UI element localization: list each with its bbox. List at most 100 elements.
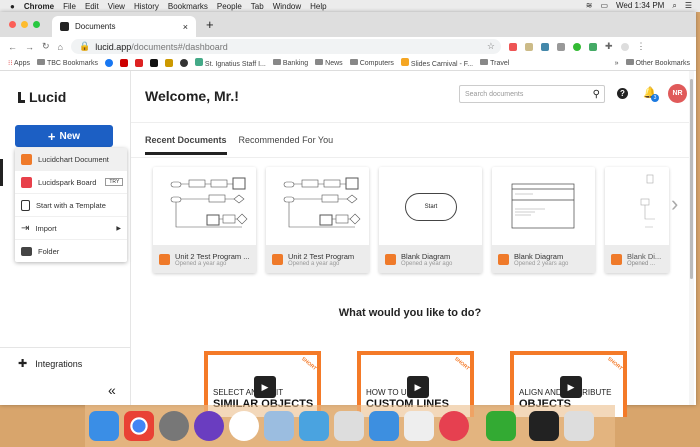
- spotlight-icon[interactable]: ⌕: [672, 1, 676, 11]
- menu-item-import[interactable]: ⇥ Import ▶: [15, 217, 127, 240]
- document-opened: Opened a year ago: [401, 260, 453, 267]
- extension-icon[interactable]: [540, 42, 549, 51]
- bookmark-icon[interactable]: [164, 59, 173, 67]
- extension-icon[interactable]: [524, 42, 533, 51]
- integrations-link[interactable]: ✚ Integrations: [18, 357, 82, 370]
- notification-badge: 3: [651, 94, 659, 102]
- home-icon[interactable]: ⌂: [58, 42, 63, 52]
- tab-recommended[interactable]: Recommended For You: [239, 135, 334, 155]
- play-icon[interactable]: ▶: [560, 376, 582, 398]
- bookmark-tbc[interactable]: TBC Bookmarks: [36, 59, 98, 67]
- menu-window[interactable]: Window: [273, 2, 301, 11]
- bookmark-apps[interactable]: ⁝⁝ Apps: [8, 59, 30, 67]
- battery-icon[interactable]: ▭: [600, 1, 608, 11]
- url-input[interactable]: 🔒 lucid.app/documents#/dashboard ☆: [70, 39, 501, 54]
- menu-app[interactable]: Chrome: [24, 2, 54, 11]
- menu-file[interactable]: File: [63, 2, 76, 11]
- bookmark-travel[interactable]: Travel: [480, 59, 509, 67]
- app-icon[interactable]: [229, 411, 259, 441]
- extension-icon[interactable]: [588, 42, 597, 51]
- menu-people[interactable]: People: [217, 2, 242, 11]
- search-icon[interactable]: ⚲: [593, 89, 600, 100]
- bookmark-news[interactable]: News: [315, 59, 343, 67]
- puzzle-icon[interactable]: ✚: [605, 41, 613, 52]
- menu-edit[interactable]: Edit: [85, 2, 99, 11]
- search-input[interactable]: Search documents ⚲: [459, 85, 605, 103]
- reload-icon[interactable]: ↻: [42, 41, 50, 52]
- bookmark-st-ignatius[interactable]: St. Ignatius Staff I...: [194, 58, 266, 68]
- browser-tab[interactable]: Documents ×: [52, 16, 196, 37]
- divider: [131, 122, 689, 123]
- app-icon[interactable]: [369, 411, 399, 441]
- menu-help[interactable]: Help: [310, 2, 326, 11]
- extension-icon[interactable]: [572, 42, 581, 51]
- app-icon[interactable]: [264, 411, 294, 441]
- extension-icon[interactable]: [508, 42, 517, 51]
- play-icon[interactable]: ▶: [254, 376, 276, 398]
- minimize-window-button[interactable]: [21, 21, 28, 28]
- kebab-menu-icon[interactable]: ⋮: [637, 41, 646, 52]
- menu-history[interactable]: History: [134, 2, 159, 11]
- facebook-icon[interactable]: [104, 59, 113, 67]
- app-icon[interactable]: [299, 411, 329, 441]
- more-bookmarks-icon[interactable]: »: [615, 60, 619, 67]
- lucid-logo[interactable]: Lucid: [18, 89, 66, 105]
- finder-icon[interactable]: [89, 411, 119, 441]
- menu-tab[interactable]: Tab: [251, 2, 264, 11]
- camtasia-icon[interactable]: [486, 411, 516, 441]
- siri-icon[interactable]: [194, 411, 224, 441]
- extension-icon[interactable]: [556, 42, 565, 51]
- diagram-thumbnail: [492, 167, 595, 245]
- bookmark-other[interactable]: Other Bookmarks: [625, 59, 690, 67]
- menu-item-folder[interactable]: Folder: [15, 240, 127, 263]
- menu-item-template[interactable]: Start with a Template: [15, 194, 127, 217]
- bookmark-slides-carnival[interactable]: Slides Carnival - F...: [400, 58, 473, 68]
- back-icon[interactable]: ←: [8, 42, 17, 52]
- globe-icon[interactable]: [179, 59, 188, 67]
- avatar[interactable]: NR: [668, 84, 687, 103]
- play-icon[interactable]: ▶: [407, 376, 429, 398]
- sidebar-active-indicator: [0, 159, 3, 186]
- new-button[interactable]: + New: [15, 125, 113, 147]
- scrollbar[interactable]: [689, 71, 694, 405]
- cbc-icon[interactable]: [134, 59, 143, 67]
- chrome-icon[interactable]: [124, 411, 154, 441]
- bookmark-banking[interactable]: Banking: [272, 59, 308, 67]
- star-icon[interactable]: ☆: [487, 41, 495, 52]
- printer-icon[interactable]: [334, 411, 364, 441]
- tab-recent-documents[interactable]: Recent Documents: [145, 135, 227, 155]
- document-card[interactable]: Unit 2 Test Program ... Opened a year ago: [153, 167, 256, 273]
- document-card[interactable]: Blank Di... Opened ...: [605, 167, 669, 273]
- launchpad-icon[interactable]: [159, 411, 189, 441]
- help-icon[interactable]: ?: [617, 88, 628, 99]
- menu-item-lucidchart-document[interactable]: Lucidchart Document: [15, 148, 127, 171]
- clock[interactable]: Wed 1:34 PM: [616, 1, 664, 11]
- maximize-window-button[interactable]: [33, 21, 40, 28]
- plus-icon: +: [47, 128, 56, 144]
- lucidchart-icon: [272, 253, 283, 265]
- chevron-right-icon[interactable]: ›: [671, 191, 678, 217]
- printer-icon[interactable]: [404, 411, 434, 441]
- bookmark-computers[interactable]: Computers: [349, 59, 394, 67]
- menu-view[interactable]: View: [108, 2, 125, 11]
- cnn-icon[interactable]: [119, 59, 128, 67]
- collapse-sidebar-button[interactable]: «: [108, 382, 116, 398]
- close-window-button[interactable]: [9, 21, 16, 28]
- document-card[interactable]: Unit 2 Test Program Opened a year ago: [266, 167, 369, 273]
- wifi-icon[interactable]: ≋: [586, 1, 593, 11]
- app-icon[interactable]: [529, 411, 559, 441]
- document-card[interactable]: Start Blank Diagram Opened a year ago: [379, 167, 482, 273]
- document-card[interactable]: Blank Diagram Opened 2 years ago: [492, 167, 595, 273]
- close-tab-icon[interactable]: ×: [183, 22, 188, 32]
- trash-icon[interactable]: [564, 411, 594, 441]
- profile-icon[interactable]: [620, 42, 629, 51]
- apple-icon[interactable]: ●: [10, 2, 15, 11]
- bookmark-icon[interactable]: [149, 59, 158, 67]
- menu-bookmarks[interactable]: Bookmarks: [168, 2, 208, 11]
- url-host: lucid.app: [95, 41, 132, 52]
- notification-center-icon[interactable]: ☰: [685, 1, 692, 11]
- menu-item-lucidspark-board[interactable]: Lucidspark Board TRY: [15, 171, 127, 194]
- new-tab-button[interactable]: +: [206, 17, 214, 32]
- forward-icon[interactable]: →: [25, 42, 34, 52]
- news-icon[interactable]: [439, 411, 469, 441]
